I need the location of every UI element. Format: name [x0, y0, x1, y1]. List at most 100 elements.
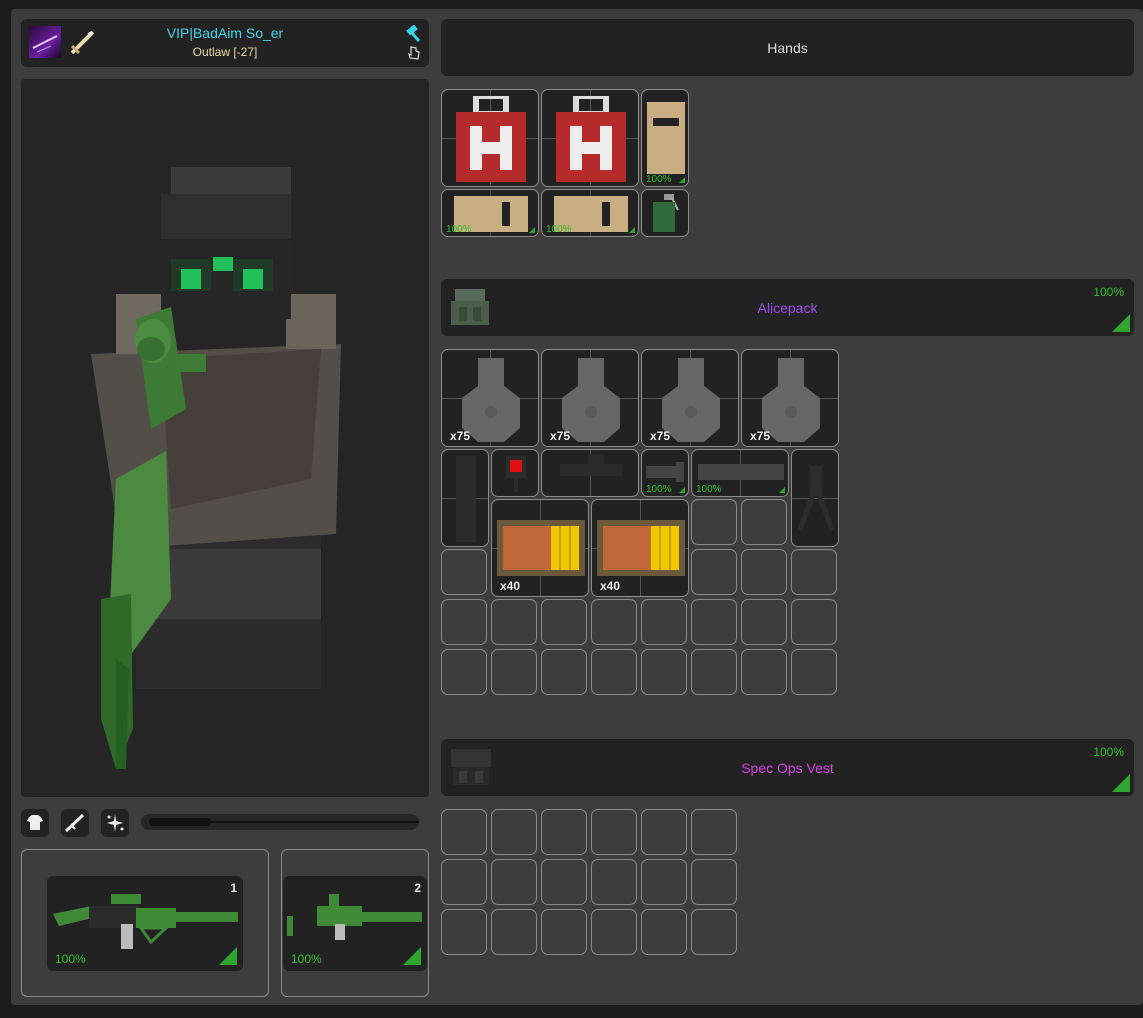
ammo-box-item[interactable]: x75 — [641, 349, 739, 447]
medkit-icon — [556, 96, 626, 182]
item-quantity: x75 — [650, 429, 671, 443]
barrel-icon — [698, 464, 784, 480]
empty-slot[interactable] — [691, 909, 737, 955]
empty-slot[interactable] — [691, 549, 737, 595]
scope-item[interactable] — [541, 449, 639, 497]
weapon-slot-number: 1 — [230, 881, 237, 895]
bipod-item[interactable] — [791, 449, 839, 547]
ammo-box-item[interactable]: x75 — [541, 349, 639, 447]
empty-slot[interactable] — [641, 809, 687, 855]
empty-slot[interactable] — [491, 649, 537, 695]
suppressor-item[interactable] — [441, 449, 489, 547]
empty-slot[interactable] — [491, 909, 537, 955]
empty-slot[interactable] — [441, 909, 487, 955]
weapon-slot-number: 2 — [414, 881, 421, 895]
quality-indicator — [1112, 314, 1130, 332]
empty-slot[interactable] — [741, 649, 787, 695]
empty-slot[interactable] — [491, 809, 537, 855]
rifle-icon — [64, 813, 85, 833]
empty-slot[interactable] — [791, 649, 837, 695]
empty-slot[interactable] — [791, 599, 837, 645]
sparkle-icon — [107, 814, 124, 832]
empty-slot[interactable] — [591, 909, 637, 955]
empty-slot[interactable] — [641, 599, 687, 645]
empty-slot[interactable] — [691, 499, 737, 545]
grip-item[interactable]: 100% — [641, 449, 689, 497]
empty-slot[interactable] — [691, 599, 737, 645]
empty-slot[interactable] — [691, 859, 737, 905]
weapon-button[interactable] — [61, 809, 89, 837]
quality-indicator — [529, 227, 535, 233]
grenade-item[interactable] — [641, 189, 689, 237]
bandage-item[interactable]: 100% — [641, 89, 689, 187]
quality-indicator — [679, 177, 685, 183]
empty-slot[interactable] — [591, 649, 637, 695]
empty-slot[interactable] — [691, 809, 737, 855]
item-quantity: x75 — [450, 429, 471, 443]
empty-slot[interactable] — [541, 809, 587, 855]
secondary-weapon-slot[interactable]: 2 100% — [281, 849, 429, 997]
skills-button[interactable] — [101, 809, 129, 837]
empty-slot[interactable] — [641, 909, 687, 955]
empty-slot[interactable] — [491, 599, 537, 645]
empty-slot[interactable] — [641, 649, 687, 695]
empty-slot[interactable] — [791, 549, 837, 595]
empty-slot[interactable] — [441, 549, 487, 595]
character-preview[interactable] — [21, 79, 429, 797]
quality-indicator — [403, 947, 421, 965]
bipod-icon — [797, 466, 835, 531]
empty-slot[interactable] — [541, 599, 587, 645]
empty-slot[interactable] — [641, 859, 687, 905]
vest-header: Spec Ops Vest 100% — [441, 739, 1134, 796]
red-dot-item[interactable] — [491, 449, 539, 497]
empty-slot[interactable] — [741, 549, 787, 595]
quality-indicator — [679, 487, 685, 493]
zoom-slider[interactable] — [141, 814, 419, 830]
medkit-item[interactable] — [541, 89, 639, 187]
backpack-header: Alicepack 100% — [441, 279, 1134, 336]
shirt-icon — [27, 815, 43, 830]
cloth-item[interactable]: 100% — [441, 189, 539, 237]
weapon-durability: 100% — [55, 952, 86, 966]
ammo-box-item[interactable]: x75 — [741, 349, 839, 447]
empty-slot[interactable] — [441, 599, 487, 645]
empty-slot[interactable] — [441, 649, 487, 695]
empty-slot[interactable] — [691, 649, 737, 695]
empty-slot[interactable] — [441, 809, 487, 855]
secondary-weapon-card[interactable]: 2 100% — [283, 876, 427, 971]
vest-name: Spec Ops Vest — [741, 760, 834, 776]
empty-slot[interactable] — [591, 809, 637, 855]
empty-slot[interactable] — [441, 859, 487, 905]
empty-slot[interactable] — [541, 859, 587, 905]
hands-header: Hands — [441, 19, 1134, 76]
grenade-icon — [653, 194, 679, 232]
cloth-item[interactable]: 100% — [541, 189, 639, 237]
hand-cursor-icon[interactable] — [406, 45, 422, 61]
empty-slot[interactable] — [591, 859, 637, 905]
primary-weapon-slot[interactable]: 1 100% — [21, 849, 269, 997]
empty-slot[interactable] — [741, 599, 787, 645]
magazine-item[interactable]: x40 — [591, 499, 689, 597]
smg-icon — [287, 894, 422, 940]
empty-slot[interactable] — [541, 649, 587, 695]
primary-weapon-card[interactable]: 1 100% — [47, 876, 243, 971]
magazine-item[interactable]: x40 — [491, 499, 589, 597]
item-durability: 100% — [646, 174, 672, 185]
assault-rifle-icon — [53, 894, 238, 949]
hammer-icon[interactable] — [405, 24, 423, 43]
backpack-name: Alicepack — [757, 300, 818, 316]
slider-handle[interactable] — [149, 818, 211, 826]
barrel-item[interactable]: 100% — [691, 449, 789, 497]
ammo-box-item[interactable]: x75 — [441, 349, 539, 447]
vest-durability: 100% — [1093, 745, 1124, 759]
empty-slot[interactable] — [591, 599, 637, 645]
medkit-icon — [456, 96, 526, 182]
empty-slot[interactable] — [541, 909, 587, 955]
shirt-button[interactable] — [21, 809, 49, 837]
ammo-box-icon — [662, 358, 720, 442]
empty-slot[interactable] — [491, 859, 537, 905]
item-durability: 100% — [446, 224, 472, 235]
hands-title: Hands — [767, 40, 808, 56]
medkit-item[interactable] — [441, 89, 539, 187]
empty-slot[interactable] — [741, 499, 787, 545]
